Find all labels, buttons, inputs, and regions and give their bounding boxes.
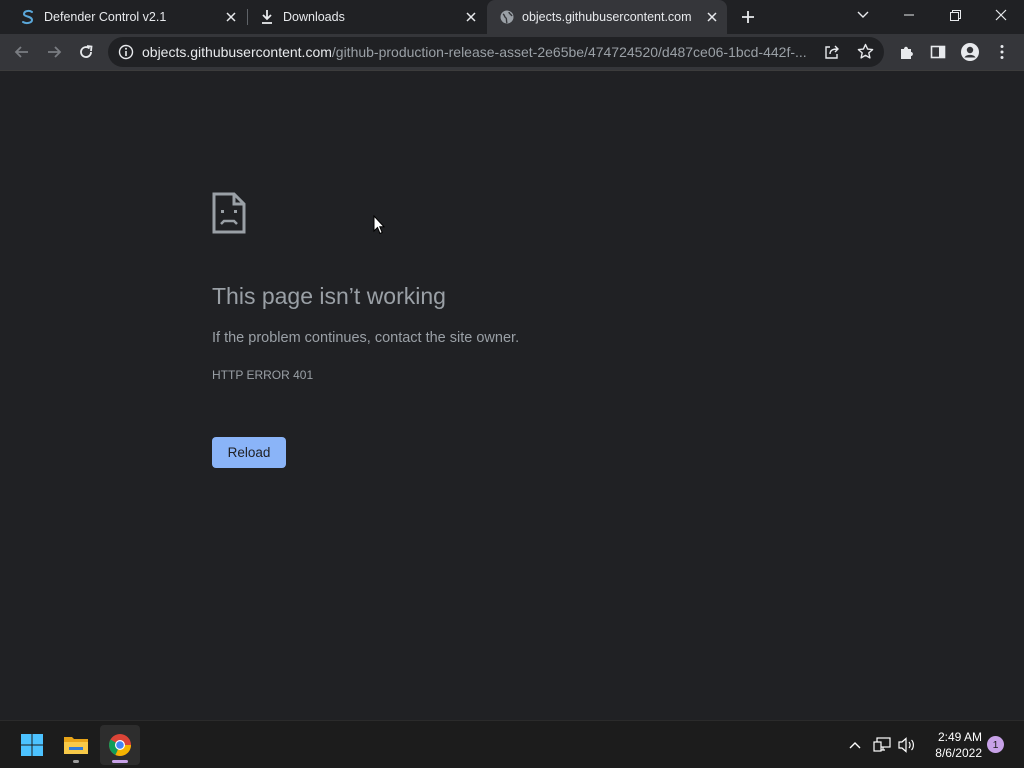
tray-overflow-chevron-icon[interactable] [845,735,865,755]
volume-icon[interactable] [897,735,917,755]
browser-window: Defender Control v2.1 Downloads objects.… [0,0,1024,768]
profile-avatar-icon[interactable] [956,38,984,66]
clock-date: 8/6/2022 [935,746,982,760]
reload-page-button[interactable] [72,38,100,66]
app-running-indicator [73,760,79,763]
download-icon [260,9,274,28]
extensions-puzzle-icon[interactable] [892,38,920,66]
url-text[interactable]: objects.githubusercontent.com/github-pro… [142,44,822,60]
s-logo-icon [20,9,36,28]
close-tab-icon[interactable] [462,8,480,26]
tab-label: objects.githubusercontent.com [522,10,692,24]
bookmark-star-icon[interactable] [857,43,874,65]
mouse-cursor-icon [373,214,386,240]
globe-icon [499,9,515,28]
menu-kebab-icon[interactable] [988,38,1016,66]
close-window-button[interactable] [978,0,1024,30]
site-info-icon[interactable] [118,44,134,65]
close-tab-icon[interactable] [222,8,240,26]
tab-label: Defender Control v2.1 [44,10,167,24]
reload-button[interactable]: Reload [212,437,286,468]
error-title: This page isn’t working [212,283,446,309]
taskbar: 2:49 AM 8/6/2022 1 [0,720,1024,768]
app-active-indicator [112,760,128,763]
forward-button[interactable] [40,38,68,66]
sad-page-icon [212,192,246,239]
tab-strip: Defender Control v2.1 Downloads objects.… [0,0,1024,34]
network-icon[interactable] [872,735,892,755]
system-clock[interactable]: 2:49 AM 8/6/2022 [920,729,982,761]
close-tab-icon[interactable] [703,8,721,26]
tab-search-button[interactable] [840,0,886,30]
url-path: /github-production-release-asset-2e65be/… [331,44,807,60]
restore-button[interactable] [932,0,978,30]
chrome-icon[interactable] [100,725,140,765]
file-explorer-icon[interactable] [56,725,96,765]
new-tab-button[interactable] [737,6,759,28]
error-message: If the problem continues, contact the si… [212,330,520,346]
clock-time: 2:49 AM [937,730,982,744]
share-icon[interactable] [824,44,840,65]
error-code: HTTP ERROR 401 [212,368,314,382]
minimize-button[interactable] [886,0,932,30]
address-bar[interactable]: objects.githubusercontent.com/github-pro… [108,37,884,67]
tab-label: Downloads [283,10,345,24]
notification-badge[interactable]: 1 [987,736,1004,753]
tab-objects-github[interactable]: objects.githubusercontent.com [487,0,727,34]
tab-defender-control[interactable]: Defender Control v2.1 [8,0,246,34]
side-panel-icon[interactable] [924,38,952,66]
back-button[interactable] [8,38,36,66]
url-host: objects.githubusercontent.com [142,44,332,60]
page-content: This page isn’t working If the problem c… [0,71,1024,720]
windows-start-icon[interactable] [12,725,52,765]
browser-toolbar: objects.githubusercontent.com/github-pro… [0,34,1024,71]
tab-downloads[interactable]: Downloads [248,0,486,34]
